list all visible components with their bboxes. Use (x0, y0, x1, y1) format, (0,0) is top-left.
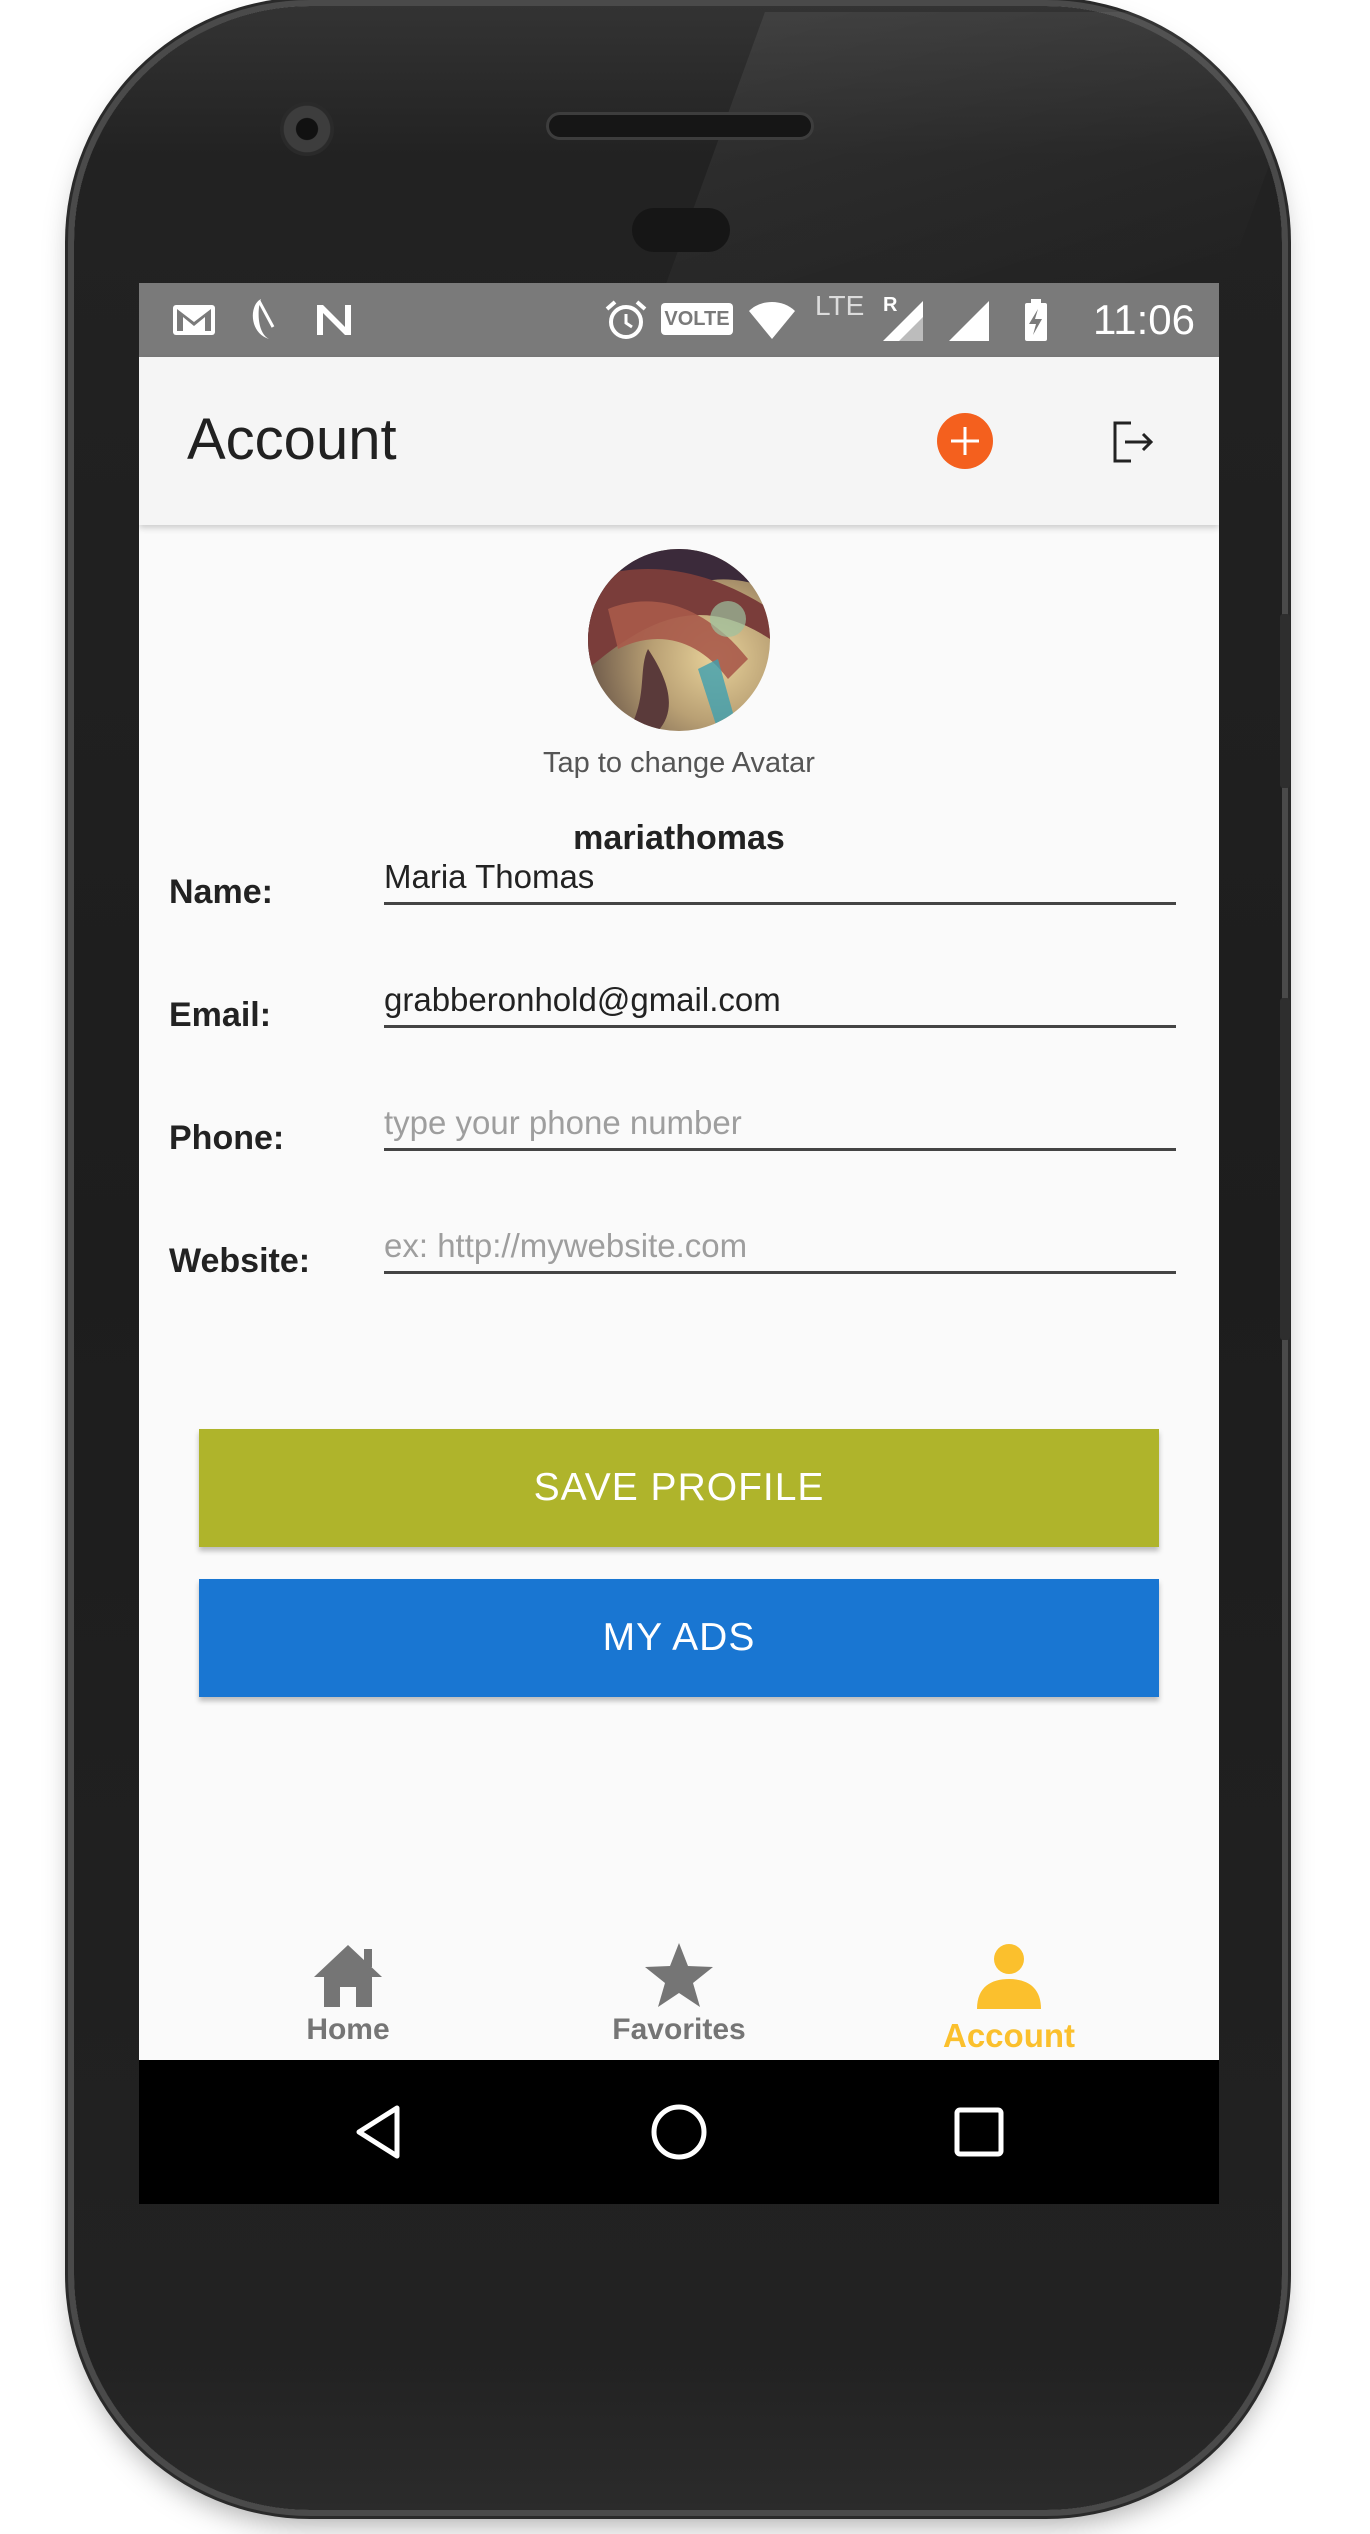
add-button[interactable] (937, 413, 993, 469)
avatar-hint[interactable]: Tap to change Avatar (139, 747, 1219, 780)
nav-label-favorites: Favorites (612, 2013, 746, 2046)
clock: 11:06 (1093, 296, 1195, 343)
email-field[interactable] (384, 974, 1176, 1028)
screen: VOLTE LTE R 11:06 Account Tap to change … (139, 283, 1219, 2204)
phone-field[interactable] (384, 1097, 1176, 1151)
page-title: Account (187, 407, 397, 472)
email-label: Email: (169, 996, 272, 1034)
back-icon[interactable] (347, 2100, 411, 2164)
logout-icon[interactable] (1107, 417, 1157, 467)
lte-label: LTE (815, 290, 865, 321)
front-camera (280, 102, 334, 156)
bottom-navigation: Home Favorites Account (139, 1935, 1219, 2059)
status-bar: VOLTE LTE R 11:06 (139, 283, 1219, 357)
moon-icon (252, 299, 275, 339)
nav-label-account: Account (943, 2017, 1075, 2054)
nav-item-home[interactable]: Home (248, 1935, 448, 2059)
recents-icon[interactable] (947, 2100, 1011, 2164)
save-profile-button[interactable]: SAVE PROFILE (199, 1429, 1159, 1547)
avatar[interactable] (588, 549, 770, 731)
signal-full-icon (949, 301, 989, 341)
website-label: Website: (169, 1242, 311, 1280)
volte-icon: VOLTE (661, 303, 733, 335)
glass-reflection (663, 12, 1325, 292)
battery-charging-icon (1025, 299, 1047, 341)
name-label: Name: (169, 873, 273, 911)
power-button (1280, 614, 1290, 788)
avatar-image (588, 549, 770, 731)
nav-item-favorites[interactable]: Favorites (579, 1935, 779, 2059)
signal-icon (883, 301, 923, 341)
home-circle-icon[interactable] (647, 2100, 711, 2164)
gmail-icon (173, 305, 215, 335)
system-navigation-bar (139, 2060, 1219, 2204)
alarm-icon (605, 300, 647, 339)
website-field[interactable] (384, 1220, 1176, 1274)
nav-item-account[interactable]: Account (909, 1935, 1109, 2059)
volume-rocker (1280, 998, 1290, 1340)
n-icon (317, 305, 351, 335)
person-icon (977, 1944, 1041, 2009)
phone-label: Phone: (169, 1119, 285, 1157)
app-bar: Account (139, 357, 1219, 525)
name-field[interactable] (384, 851, 1176, 905)
proximity-sensor (632, 208, 730, 252)
wifi-icon (749, 302, 795, 339)
star-icon (645, 1943, 713, 2007)
nav-label-home: Home (306, 2013, 390, 2046)
add-icon (951, 427, 979, 455)
home-icon (314, 1945, 382, 2007)
my-ads-button[interactable]: MY ADS (199, 1579, 1159, 1697)
earpiece-speaker (546, 112, 814, 140)
